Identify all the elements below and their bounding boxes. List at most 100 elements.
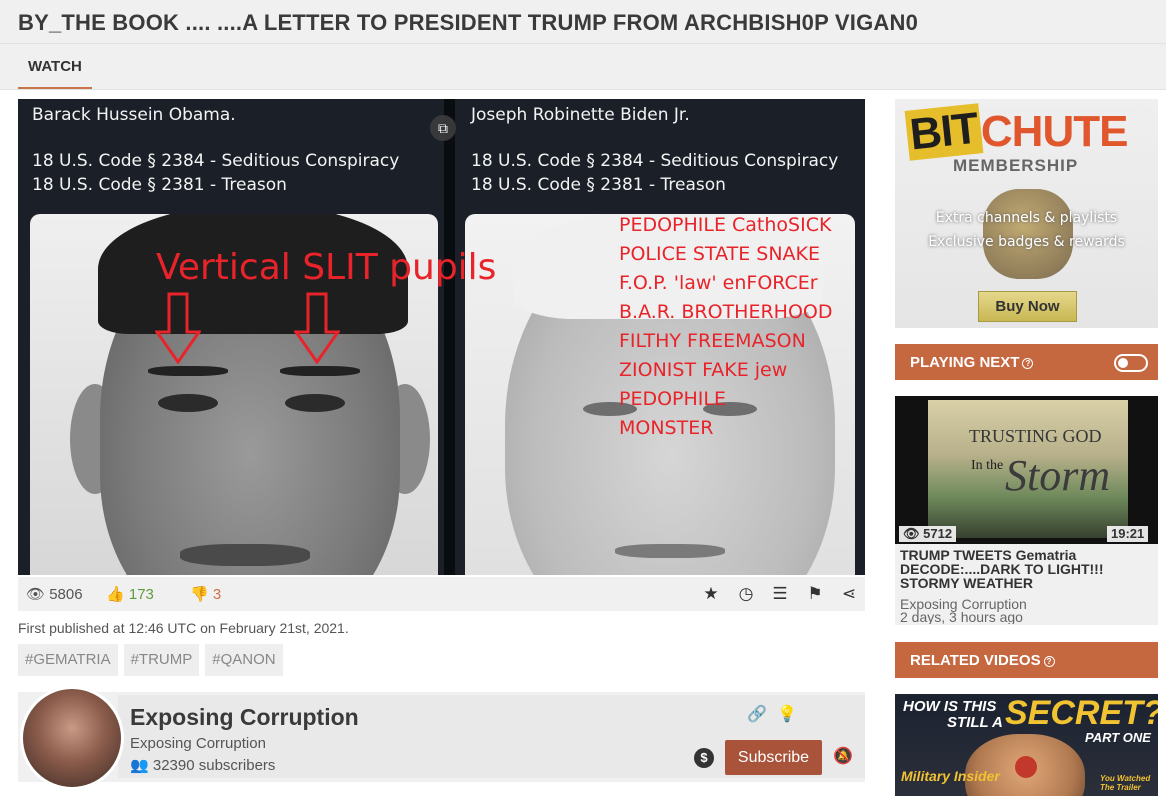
- portrait-mouth: [615, 544, 725, 558]
- related-thumb-text-4: PART ONE: [1085, 730, 1151, 745]
- autoplay-toggle[interactable]: [1114, 354, 1148, 372]
- playing-next-header: PLAYING NEXT?: [895, 344, 1158, 380]
- channel-card: Exposing Corruption Exposing Corruption …: [18, 686, 865, 790]
- down-arrow-icon: [155, 292, 201, 364]
- overlay-list-item: PEDOPHILE: [619, 388, 726, 410]
- video-player[interactable]: Barack Hussein Obama. 18 U.S. Code § 238…: [18, 99, 865, 575]
- next-video-title[interactable]: TRUMP TWEETS Gematria DECODE:....DARK TO…: [900, 548, 1155, 590]
- playlist-icon[interactable]: ☰: [769, 583, 791, 605]
- view-count-value: 5806: [49, 586, 83, 603]
- tag[interactable]: #TRUMP: [123, 644, 200, 676]
- membership-label: MEMBERSHIP: [953, 156, 1079, 175]
- left-panel-code-1: 18 U.S. Code § 2384 - Seditious Conspira…: [32, 151, 400, 171]
- next-view-badge: 👁 5712: [899, 526, 957, 542]
- related-thumb-text-3: SECRET?!: [1005, 694, 1158, 732]
- dislike-button[interactable]: 👎 3: [190, 585, 221, 603]
- thumbnail-text-3: Storm: [1005, 451, 1111, 500]
- thumbs-up-icon: 👍: [106, 586, 125, 603]
- overlay-list-item: FILTHY FREEMASON: [619, 330, 806, 352]
- eye-icon: 👁: [903, 526, 920, 541]
- next-view-count: 5712: [923, 526, 953, 541]
- logo-chute: CHUTE: [980, 107, 1129, 156]
- tab-bar: WATCH: [0, 44, 1166, 90]
- related-videos-header: RELATED VIDEOS?: [895, 642, 1158, 678]
- related-videos-text: RELATED VIDEOS: [910, 652, 1041, 669]
- overlay-list: PEDOPHILE CathoSICK POLICE STATE SNAKE F…: [619, 211, 859, 443]
- overlay-caption: Vertical SLIT pupils: [156, 247, 497, 288]
- next-video-date: 2 days, 3 hours ago: [900, 610, 1023, 624]
- thumbs-down-icon: 👎: [190, 586, 209, 603]
- link-icon[interactable]: 🔗: [746, 704, 768, 726]
- playing-next-label: PLAYING NEXT?: [910, 354, 1034, 371]
- video-left-panel: Barack Hussein Obama. 18 U.S. Code § 238…: [18, 99, 444, 575]
- help-icon[interactable]: ?: [1022, 358, 1034, 369]
- view-count: 👁 5806: [26, 585, 83, 603]
- panel-divider: [444, 99, 455, 575]
- subscriber-count-value: 32390 subscribers: [152, 757, 276, 774]
- buy-now-button[interactable]: Buy Now: [978, 291, 1077, 322]
- users-icon: 👥: [130, 757, 149, 774]
- tab-watch[interactable]: WATCH: [18, 58, 92, 89]
- ad-line-1: Extra channels & playlists: [935, 210, 1118, 226]
- video-action-bar: 👁 5806 👍 173 👎 3 ★ ◷ ☰ ⚑ ⋖: [18, 577, 865, 611]
- overlay-list-item: PEDOPHILE CathoSICK: [619, 214, 832, 236]
- overlay-list-item: B.A.R. BROTHERHOOD: [619, 301, 833, 323]
- subscriber-count: 👥 32390 subscribers: [130, 756, 275, 774]
- overlay-list-item: POLICE STATE SNAKE: [619, 243, 821, 265]
- related-thumb-text-2: STILL A: [947, 714, 1003, 731]
- tag-list: #GEMATRIA #TRUMP #QANON: [18, 644, 289, 676]
- channel-avatar[interactable]: [20, 686, 124, 790]
- right-panel-code-2: 18 U.S. Code § 2381 - Treason: [471, 175, 726, 195]
- star-icon[interactable]: ★: [700, 583, 722, 605]
- portrait-brow: [280, 366, 360, 376]
- share-icon[interactable]: ⋖: [838, 583, 860, 605]
- related-thumb-text-6: You Watched The Trailer: [1100, 774, 1151, 792]
- portrait-mouth: [180, 544, 310, 566]
- like-button[interactable]: 👍 173: [106, 585, 154, 603]
- right-panel-name: Joseph Robinette Biden Jr.: [471, 105, 690, 125]
- play-icon: [1015, 756, 1037, 778]
- left-panel-name: Barack Hussein Obama.: [32, 105, 236, 125]
- next-video-thumbnail[interactable]: TRUSTING GOD In the Storm 👁 5712 19:21: [895, 396, 1158, 544]
- like-count: 173: [128, 586, 154, 603]
- right-panel-code-1: 18 U.S. Code § 2384 - Seditious Conspira…: [471, 151, 839, 171]
- channel-name[interactable]: Exposing Corruption: [130, 704, 359, 731]
- tip-dollar-icon[interactable]: $: [694, 748, 714, 768]
- channel-owner[interactable]: Exposing Corruption: [130, 735, 266, 752]
- related-thumb-text-5: Military Insider: [901, 768, 1000, 784]
- toggle-knob: [1118, 358, 1128, 368]
- popout-icon[interactable]: ⧉: [430, 115, 456, 141]
- bell-off-icon[interactable]: 🔕: [832, 746, 854, 768]
- flag-icon[interactable]: ⚑: [804, 583, 826, 605]
- left-panel-code-2: 18 U.S. Code § 2381 - Treason: [32, 175, 287, 195]
- portrait-eye: [285, 394, 345, 412]
- playing-next-card[interactable]: TRUSTING GOD In the Storm 👁 5712 19:21 T…: [895, 396, 1158, 625]
- next-duration-badge: 19:21: [1107, 526, 1149, 542]
- help-icon[interactable]: ?: [1043, 656, 1055, 667]
- logo-bit: BIT: [904, 103, 984, 161]
- related-thumb-text-1: HOW IS THIS: [903, 698, 997, 715]
- overlay-list-item: MONSTER: [619, 417, 714, 439]
- tag[interactable]: #QANON: [205, 644, 283, 676]
- lightbulb-icon[interactable]: 💡: [776, 704, 798, 726]
- title-bar: BY_THE BOOK .... ....A LETTER TO PRESIDE…: [0, 0, 1166, 44]
- tag[interactable]: #GEMATRIA: [18, 644, 118, 676]
- published-date: First published at 12:46 UTC on February…: [18, 620, 349, 636]
- portrait-eye: [158, 394, 218, 412]
- related-videos-label: RELATED VIDEOS?: [910, 652, 1055, 669]
- membership-ad[interactable]: BITCHUTE MEMBERSHIP Extra channels & pla…: [895, 99, 1158, 328]
- portrait-brow: [148, 366, 228, 376]
- clock-icon[interactable]: ◷: [735, 583, 757, 605]
- thumbnail-text-2: In the: [971, 458, 1004, 473]
- page-title: BY_THE BOOK .... ....A LETTER TO PRESIDE…: [18, 10, 919, 35]
- overlay-list-item: F.O.P. 'law' enFORCEr: [619, 272, 818, 294]
- overlay-list-item: ZIONIST FAKE jew: [619, 359, 788, 381]
- related-video-thumbnail[interactable]: HOW IS THIS STILL A SECRET?! PART ONE Mi…: [895, 694, 1158, 796]
- thumbnail-text-1: TRUSTING GOD: [969, 426, 1102, 446]
- eye-icon: 👁: [26, 586, 46, 603]
- down-arrow-icon: [294, 292, 340, 364]
- playing-next-text: PLAYING NEXT: [910, 354, 1020, 371]
- dislike-count: 3: [212, 586, 222, 603]
- subscribe-button[interactable]: Subscribe: [725, 740, 822, 775]
- ad-line-2: Exclusive badges & rewards: [928, 234, 1125, 250]
